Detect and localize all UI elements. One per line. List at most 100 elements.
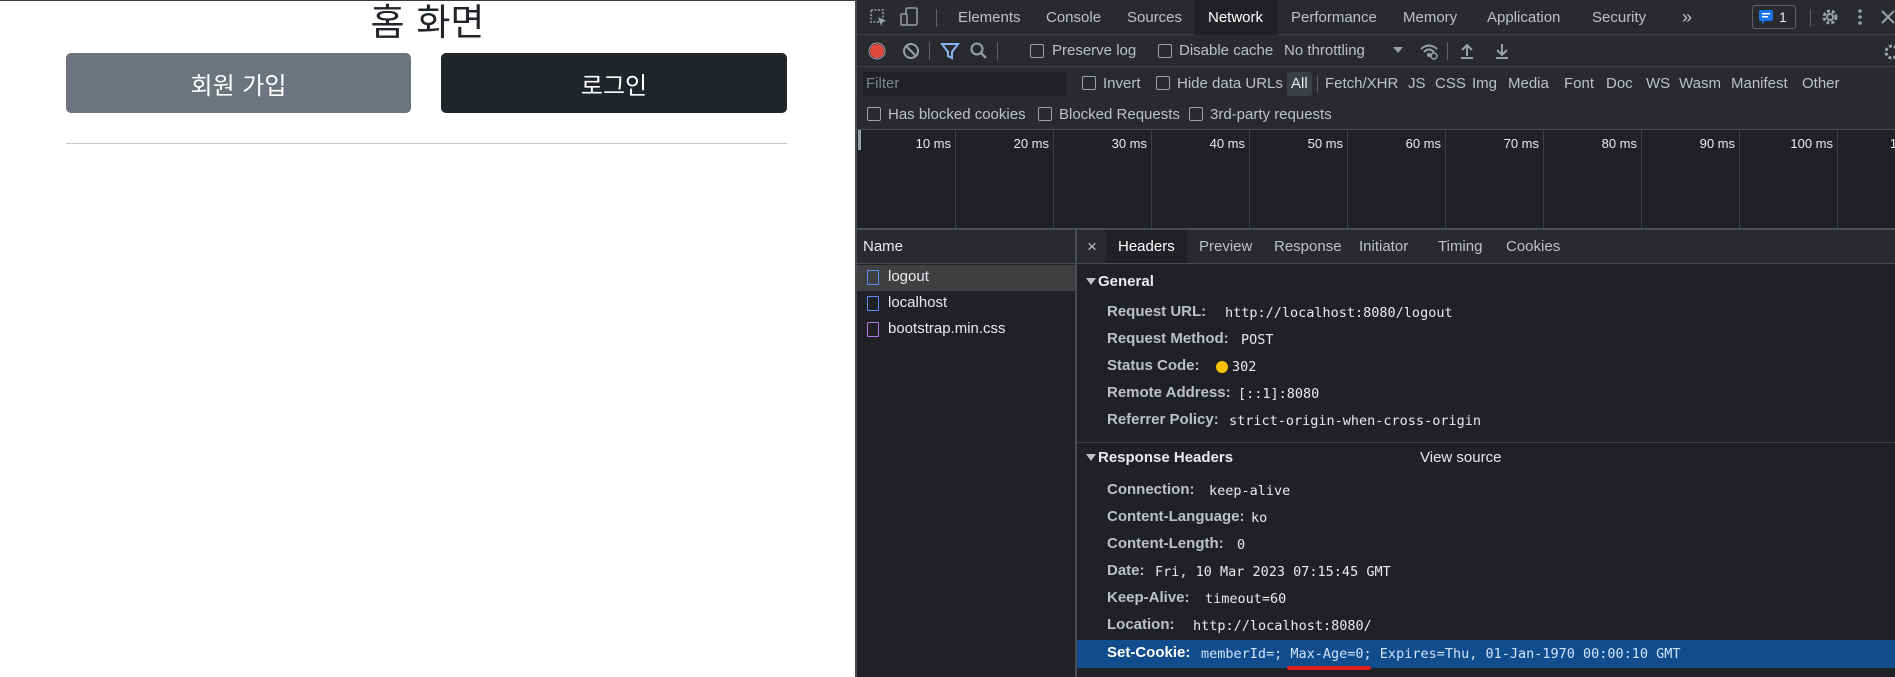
preserve-log-checkbox[interactable] <box>1030 44 1044 58</box>
header-value: http://localhost:8080/ <box>1193 618 1372 634</box>
signup-button[interactable]: 회원 가입 <box>66 53 411 113</box>
close-devtools-icon[interactable] <box>1878 7 1895 27</box>
view-source-link[interactable]: View source <box>1420 449 1501 466</box>
clear-icon[interactable] <box>901 41 921 61</box>
toolbar-separator <box>1810 9 1811 27</box>
filter-type-all[interactable]: All <box>1291 75 1308 92</box>
export-har-icon[interactable] <box>1492 41 1512 61</box>
third-party-requests-checkbox[interactable] <box>1189 107 1203 121</box>
close-details-button[interactable]: × <box>1087 230 1097 263</box>
response-headers-title: Response Headers <box>1098 449 1234 466</box>
timeline-tick-label: 30 ms <box>1111 136 1147 151</box>
timeline-tick-label: 90 ms <box>1699 136 1735 151</box>
throttling-select[interactable]: No throttling <box>1284 42 1365 59</box>
header-value: 302 <box>1232 359 1257 375</box>
devtools-panel: Elements Console Sources Network Perform… <box>855 0 1895 677</box>
tab-performance[interactable]: Performance <box>1291 0 1377 35</box>
login-button[interactable]: 로그인 <box>441 53 787 113</box>
filter-type-wasm[interactable]: Wasm <box>1679 75 1721 92</box>
blocked-filter-toolbar: Has blocked cookies Blocked Requests 3rd… <box>857 100 1895 130</box>
request-row-logout[interactable]: logout <box>857 265 1075 291</box>
tab-security[interactable]: Security <box>1592 0 1646 35</box>
more-tabs-button[interactable]: » <box>1682 0 1692 35</box>
expand-triangle-icon <box>1086 278 1096 285</box>
timeline-grid-line <box>955 130 956 228</box>
issues-count: 1 <box>1779 9 1787 25</box>
more-options-icon[interactable] <box>1850 7 1870 27</box>
import-har-icon[interactable] <box>1457 41 1477 61</box>
record-icon[interactable] <box>867 41 887 61</box>
filter-funnel-icon[interactable] <box>940 41 960 61</box>
inspect-element-icon[interactable] <box>869 8 889 28</box>
header-value: Fri, 10 Mar 2023 07:15:45 GMT <box>1155 564 1391 580</box>
filter-type-fetch-xhr[interactable]: Fetch/XHR <box>1325 75 1398 92</box>
chevron-down-icon[interactable] <box>1391 43 1405 57</box>
toolbar-separator <box>997 42 998 60</box>
device-toolbar-icon[interactable] <box>900 7 920 27</box>
timeline-overview[interactable]: 10 ms 20 ms 30 ms 40 ms 50 ms 60 ms 70 ms 80 ms… <box>857 130 1895 230</box>
filter-type-font[interactable]: Font <box>1564 75 1594 92</box>
header-key: Date: <box>1107 562 1145 579</box>
tab-application[interactable]: Application <box>1487 0 1560 35</box>
header-key: Set-Cookie: <box>1107 644 1191 661</box>
tab-preview[interactable]: Preview <box>1199 230 1252 263</box>
tab-console[interactable]: Console <box>1046 0 1101 35</box>
disable-cache-label: Disable cache <box>1179 42 1274 59</box>
invert-checkbox[interactable] <box>1082 76 1096 90</box>
response-headers-section-header[interactable]: Response Headers View source <box>1077 446 1895 470</box>
filter-type-css[interactable]: CSS <box>1435 75 1466 92</box>
name-column-header[interactable]: Name <box>857 230 1075 264</box>
filter-type-img[interactable]: Img <box>1472 75 1497 92</box>
header-value: ko <box>1251 510 1268 526</box>
request-row-localhost[interactable]: localhost <box>857 291 1075 317</box>
filter-type-js[interactable]: JS <box>1408 75 1426 92</box>
header-value: 0 <box>1237 537 1246 553</box>
timeline-grid-line <box>1053 130 1054 228</box>
tab-initiator[interactable]: Initiator <box>1359 230 1408 263</box>
header-key: Keep-Alive: <box>1107 589 1190 606</box>
filter-input[interactable]: Filter <box>863 72 1066 96</box>
tab-elements[interactable]: Elements <box>958 0 1021 35</box>
hide-data-urls-checkbox[interactable] <box>1156 76 1170 90</box>
request-name: logout <box>888 268 929 285</box>
filter-type-manifest[interactable]: Manifest <box>1731 75 1788 92</box>
status-dot-icon <box>1216 361 1228 373</box>
blocked-requests-checkbox[interactable] <box>1038 107 1052 121</box>
preserve-log-label: Preserve log <box>1052 42 1137 59</box>
tab-network[interactable]: Network <box>1194 0 1278 35</box>
screen: 홈 화면 회원 가입 로그인 Elements Console Sources … <box>0 0 1895 677</box>
request-row-bootstrap-css[interactable]: bootstrap.min.css <box>857 317 1075 343</box>
stylesheet-icon <box>867 322 879 337</box>
filter-type-ws[interactable]: WS <box>1646 75 1670 92</box>
timeline-grid-line <box>1739 130 1740 228</box>
tab-response[interactable]: Response <box>1274 230 1342 263</box>
settings-gear-icon[interactable] <box>1820 7 1840 27</box>
timeline-grid-line <box>1837 130 1838 228</box>
filter-type-doc[interactable]: Doc <box>1606 75 1633 92</box>
tab-headers[interactable]: Headers <box>1106 230 1187 263</box>
filter-type-media[interactable]: Media <box>1508 75 1549 92</box>
timeline-tick-label: 80 ms <box>1601 136 1637 151</box>
tab-timing[interactable]: Timing <box>1438 230 1482 263</box>
request-details: × Headers Preview Response Initiator Tim… <box>1077 230 1895 677</box>
header-key: Request URL: <box>1107 303 1207 320</box>
network-conditions-icon[interactable] <box>1419 41 1439 61</box>
header-value: memberId=; Max-Age=0; Expires=Thu, 01-Ja… <box>1201 646 1681 662</box>
header-value: timeout=60 <box>1205 591 1287 607</box>
disable-cache-checkbox[interactable] <box>1158 44 1172 58</box>
toolbar-separator <box>1447 42 1448 60</box>
header-value: strict-origin-when-cross-origin <box>1229 413 1481 429</box>
tab-cookies[interactable]: Cookies <box>1506 230 1560 263</box>
issues-badge[interactable]: 1 <box>1752 5 1796 29</box>
search-icon[interactable] <box>969 41 989 61</box>
network-toolbar: Preserve log Disable cache No throttling <box>857 35 1895 67</box>
filter-type-other[interactable]: Other <box>1802 75 1840 92</box>
tab-memory[interactable]: Memory <box>1403 0 1457 35</box>
has-blocked-cookies-checkbox[interactable] <box>867 107 881 121</box>
set-cookie-row-selected[interactable]: Set-Cookie: memberId=; Max-Age=0; Expire… <box>1077 640 1895 668</box>
network-settings-gear-icon[interactable] <box>1882 42 1895 62</box>
tab-sources[interactable]: Sources <box>1127 0 1182 35</box>
timeline-grid-line <box>1445 130 1446 228</box>
timeline-grid-line <box>1151 130 1152 228</box>
general-section-header[interactable]: General <box>1077 270 1895 294</box>
